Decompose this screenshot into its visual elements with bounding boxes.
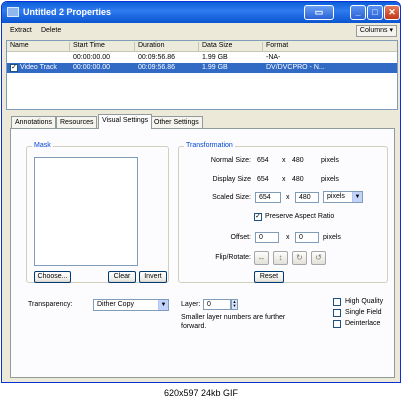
mask-preview[interactable] bbox=[34, 157, 138, 266]
tab-annotations[interactable]: Annotations bbox=[11, 116, 56, 128]
offset-x-input[interactable]: 0 bbox=[255, 232, 279, 243]
scaled-unit-value: pixels bbox=[327, 193, 345, 200]
normal-size-width: 654 bbox=[257, 157, 269, 164]
extra-title-icon[interactable]: ▭ bbox=[304, 5, 334, 20]
cell-start: 00:00:00.00 bbox=[73, 54, 110, 61]
offset-label: Offset: bbox=[230, 234, 252, 241]
flip-rotate-label: Flip/Rotate: bbox=[215, 254, 251, 261]
invert-mask-button[interactable]: Invert bbox=[139, 271, 167, 283]
chevron-down-icon: ▼ bbox=[158, 300, 168, 310]
layer-note-line1: Smaller layer numbers are further bbox=[181, 314, 286, 321]
extract-button[interactable]: Extract bbox=[8, 25, 34, 37]
normal-size-height: 480 bbox=[292, 157, 304, 164]
scaled-size-label: Scaled Size: bbox=[212, 194, 251, 201]
cell-duration: 00:09:56.86 bbox=[138, 54, 175, 61]
cell-duration: 00:09:56.86 bbox=[138, 64, 175, 71]
cell-format: -NA- bbox=[266, 54, 281, 61]
flip-vertical-icon[interactable]: ↕ bbox=[273, 251, 288, 265]
tab-other-settings[interactable]: Other Settings bbox=[150, 116, 203, 128]
display-size-x: x bbox=[282, 176, 286, 183]
scaled-height-input[interactable]: 480 bbox=[295, 192, 319, 203]
chevron-down-icon: ▼ bbox=[352, 192, 362, 202]
clear-mask-button[interactable]: Clear bbox=[108, 271, 136, 283]
tab-resources[interactable]: Resources bbox=[56, 116, 98, 128]
toolbar: Extract Delete Columns ▾ bbox=[5, 24, 399, 38]
mask-group-title: Mask bbox=[32, 142, 53, 149]
transformation-group-title: Transformation bbox=[184, 142, 235, 149]
settings-panel: Annotations Resources Visual Settings Ot… bbox=[6, 113, 398, 381]
col-format[interactable]: Format bbox=[263, 42, 398, 52]
display-size-label: Display Size bbox=[212, 176, 251, 183]
window-title: Untitled 2 Properties bbox=[23, 7, 112, 17]
rotate-counterclockwise-icon[interactable]: ↺ bbox=[311, 251, 326, 265]
col-data-size[interactable]: Data Size bbox=[199, 42, 263, 52]
col-name[interactable]: Name bbox=[7, 42, 70, 52]
single-field-checkbox[interactable] bbox=[333, 309, 341, 317]
image-caption: 620x597 24kb GIF bbox=[0, 384, 402, 402]
scaled-unit-select[interactable]: pixels ▼ bbox=[323, 191, 363, 203]
transparency-value: Dither Copy bbox=[97, 301, 134, 308]
offset-x-sep: x bbox=[286, 234, 290, 241]
col-start-time[interactable]: Start Time bbox=[70, 42, 135, 52]
rotate-clockwise-icon[interactable]: ↻ bbox=[292, 251, 307, 265]
mask-group: Mask Choose... Clear Invert bbox=[26, 142, 169, 283]
scaled-size-x: x bbox=[286, 194, 290, 201]
cell-size: 1.99 GB bbox=[202, 64, 228, 71]
table-row-selected[interactable]: ✓ Video Track 00:00:00.00 00:09:56.86 1.… bbox=[7, 63, 397, 73]
cell-size: 1.99 GB bbox=[202, 54, 228, 61]
visual-settings-page: Mask Choose... Clear Invert Transformati… bbox=[10, 128, 395, 378]
columns-button[interactable]: Columns ▾ bbox=[355, 25, 397, 37]
normal-size-label: Normal Size: bbox=[210, 157, 251, 164]
high-quality-checkbox[interactable] bbox=[333, 298, 341, 306]
minimize-button[interactable]: _ bbox=[350, 5, 366, 20]
transparency-select[interactable]: Dither Copy ▼ bbox=[93, 299, 169, 311]
display-size-unit: pixels bbox=[321, 176, 339, 183]
transformation-group: Transformation Normal Size: 654 x 480 pi… bbox=[178, 142, 388, 283]
high-quality-label: High Quality bbox=[345, 298, 384, 305]
layer-note-line2: forward. bbox=[181, 323, 207, 330]
preserve-aspect-checkbox[interactable]: ✓ bbox=[254, 213, 262, 221]
flip-horizontal-icon[interactable]: ↔ bbox=[254, 251, 269, 265]
cell-name: Video Track bbox=[20, 64, 57, 71]
track-list[interactable]: Name Start Time Duration Data Size Forma… bbox=[6, 40, 398, 110]
col-duration[interactable]: Duration bbox=[135, 42, 199, 52]
deinterlace-label: Deinterlace bbox=[345, 320, 381, 327]
scaled-width-input[interactable]: 654 bbox=[255, 192, 281, 203]
properties-window: Untitled 2 Properties ▭ _ □ ✕ Extract De… bbox=[1, 1, 401, 383]
maximize-button[interactable]: □ bbox=[367, 5, 383, 20]
cell-format: DV/DVCPRO - N... bbox=[266, 64, 325, 71]
layer-label: Layer: bbox=[181, 301, 201, 308]
track-list-header: Name Start Time Duration Data Size Forma… bbox=[7, 41, 397, 52]
preserve-aspect-label: Preserve Aspect Ratio bbox=[265, 213, 335, 220]
transparency-label: Transparency: bbox=[28, 301, 73, 308]
layer-stepper[interactable]: ▲ ▼ bbox=[231, 299, 238, 310]
display-size-width: 654 bbox=[257, 176, 269, 183]
delete-button[interactable]: Delete bbox=[39, 25, 63, 37]
close-button[interactable]: ✕ bbox=[384, 5, 400, 20]
choose-mask-button[interactable]: Choose... bbox=[34, 271, 71, 283]
layer-input[interactable]: 0 bbox=[203, 299, 231, 310]
reset-button[interactable]: Reset bbox=[254, 271, 284, 283]
track-enabled-checkbox[interactable]: ✓ bbox=[10, 64, 18, 72]
display-size-height: 480 bbox=[292, 176, 304, 183]
window-app-icon bbox=[7, 7, 19, 17]
normal-size-unit: pixels bbox=[321, 157, 339, 164]
normal-size-x: x bbox=[282, 157, 286, 164]
offset-unit: pixels bbox=[323, 234, 341, 241]
tab-visual-settings[interactable]: Visual Settings bbox=[98, 114, 153, 129]
deinterlace-checkbox[interactable] bbox=[333, 320, 341, 328]
title-bar[interactable]: Untitled 2 Properties ▭ _ □ ✕ bbox=[2, 2, 400, 23]
cell-start: 00:00:00.00 bbox=[73, 64, 110, 71]
single-field-label: Single Field bbox=[345, 309, 382, 316]
table-row[interactable]: 00:00:00.00 00:09:56.86 1.99 GB -NA- bbox=[7, 53, 397, 63]
offset-y-input[interactable]: 0 bbox=[295, 232, 319, 243]
